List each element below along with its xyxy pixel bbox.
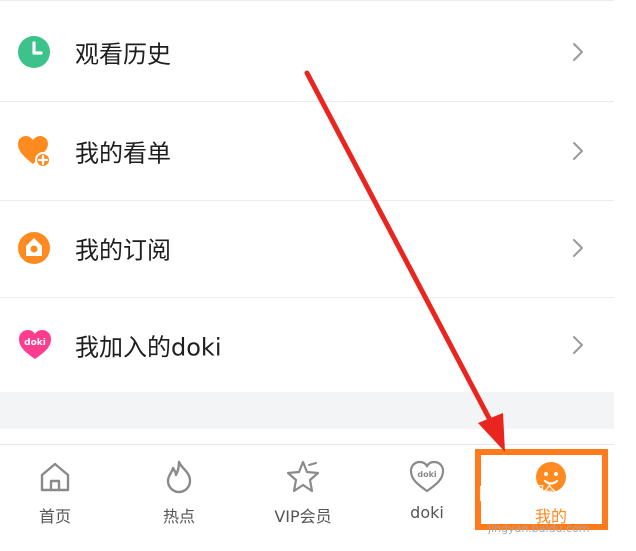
- watermark-text: Bai 经验: [478, 482, 556, 506]
- star-icon: [286, 460, 320, 493]
- tab-label: VIP会员: [274, 507, 332, 526]
- menu-item-label: 我的订阅: [75, 236, 171, 265]
- doki-icon-text: doki: [24, 338, 46, 348]
- doki-heart-icon: doki: [409, 460, 445, 493]
- heart-plus-icon: [18, 136, 51, 168]
- chevron-right-icon: [573, 43, 583, 61]
- top-divider: [0, 0, 614, 1]
- chevron-right-icon: [573, 142, 583, 160]
- tab-label: doki: [410, 503, 444, 522]
- page-edge: [614, 0, 636, 550]
- chevron-right-icon: [573, 239, 583, 257]
- home-icon: [40, 462, 70, 492]
- menu-item-watchlist[interactable]: 我的看单: [0, 102, 614, 201]
- tab-vip[interactable]: VIP会员: [248, 445, 358, 551]
- chevron-right-icon: [573, 336, 583, 354]
- menu-item-label: 我的看单: [75, 139, 171, 168]
- clock-icon: [18, 36, 50, 68]
- section-gap: [0, 392, 614, 429]
- doki-heart-icon: doki: [19, 330, 51, 359]
- menu-item-subscriptions[interactable]: 我的订阅: [0, 199, 614, 298]
- doki-tab-icon-text: doki: [417, 470, 437, 479]
- menu-item-label: 观看历史: [75, 40, 171, 69]
- tab-home[interactable]: 首页: [0, 445, 110, 551]
- tab-label: 首页: [38, 507, 71, 526]
- menu-item-joined-doki[interactable]: doki 我加入的doki: [0, 296, 614, 394]
- tab-trending[interactable]: 热点: [124, 445, 234, 551]
- tab-doki[interactable]: doki doki: [372, 445, 482, 551]
- subscribe-icon: [18, 232, 50, 264]
- tab-label: 热点: [162, 507, 195, 526]
- flame-icon: [166, 460, 192, 494]
- menu-item-label: 我加入的doki: [75, 333, 222, 362]
- menu-item-watch-history[interactable]: 观看历史: [0, 3, 614, 102]
- watermark-url: jingyan.baidu.com: [488, 522, 590, 535]
